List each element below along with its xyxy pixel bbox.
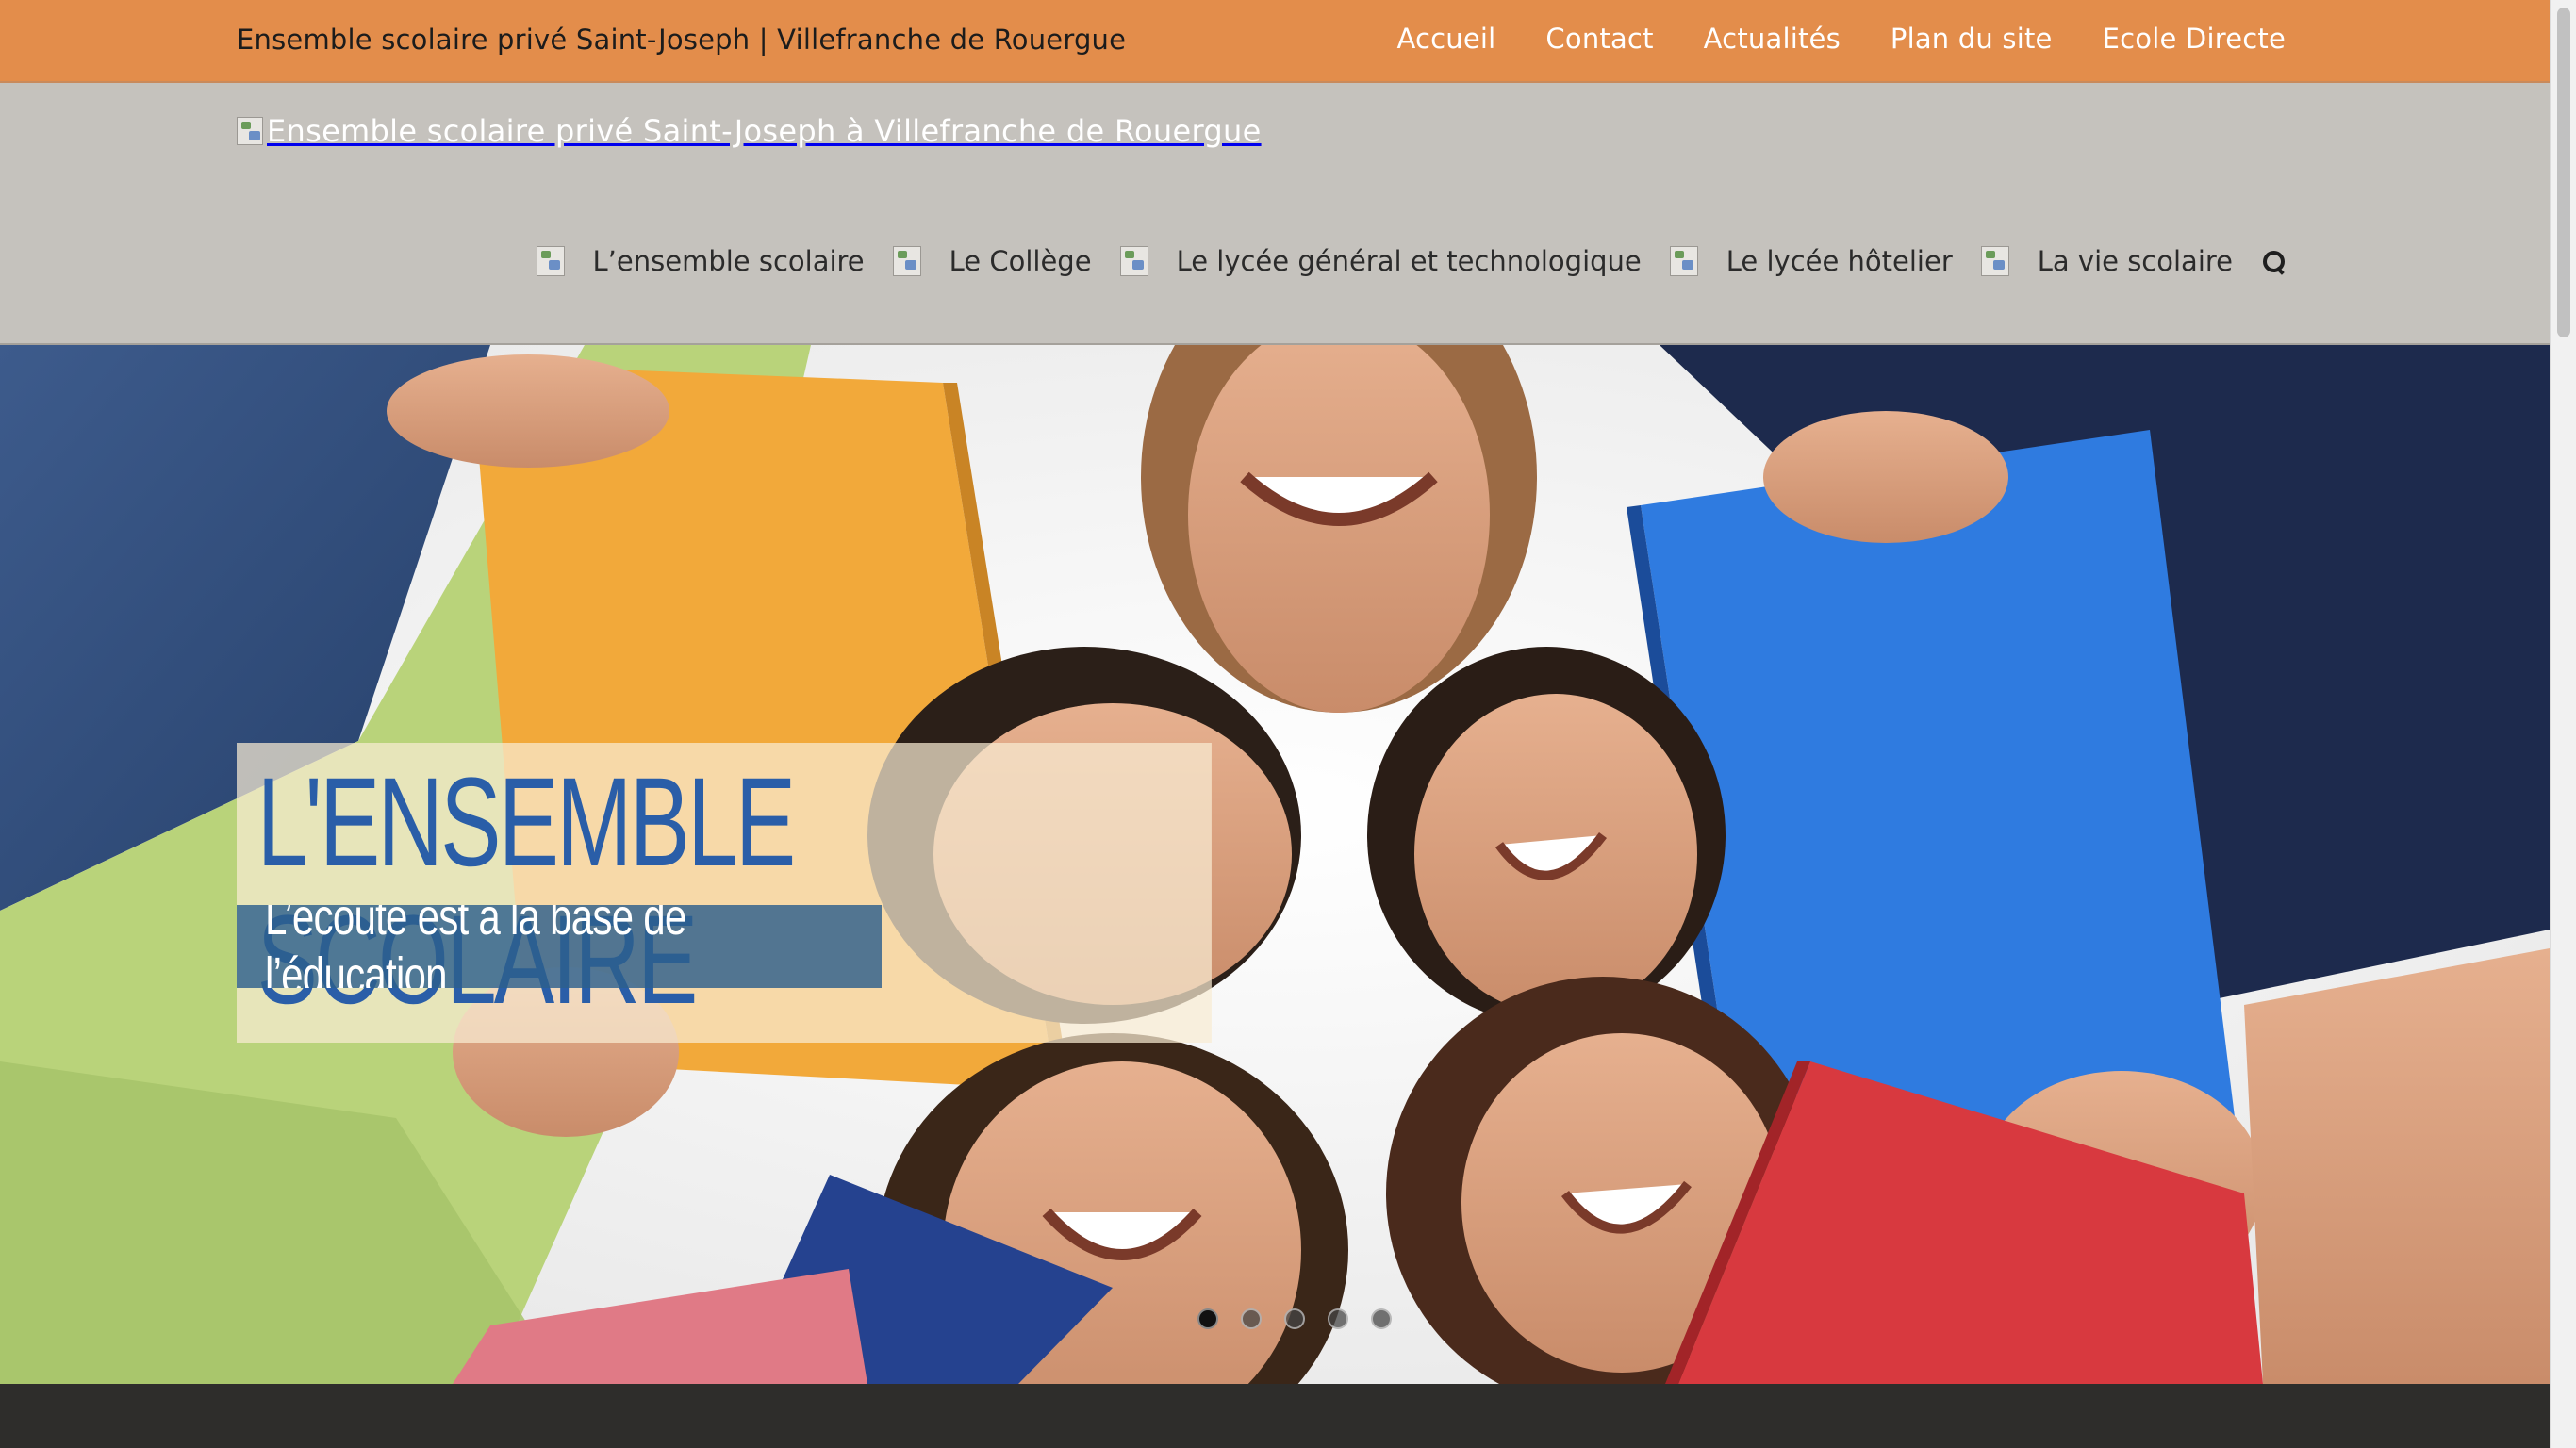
slider-dot[interactable] xyxy=(1328,1308,1348,1329)
broken-image-icon xyxy=(237,117,263,145)
top-bar: Ensemble scolaire privé Saint-Joseph | V… xyxy=(0,0,2550,83)
broken-image-icon xyxy=(892,246,921,276)
top-nav-contact[interactable]: Contact xyxy=(1545,23,1653,55)
slider-dot[interactable] xyxy=(1284,1308,1305,1329)
nav-item-label: Le Collège xyxy=(949,245,1092,277)
nav-item-label: Le lycée général et technologique xyxy=(1176,245,1642,277)
nav-item-ensemble-scolaire[interactable]: L’ensemble scolaire xyxy=(536,245,865,277)
slider-dot[interactable] xyxy=(1197,1308,1218,1329)
nav-item-college[interactable]: Le Collège xyxy=(892,245,1092,277)
nav-item-vie-scolaire[interactable]: La vie scolaire xyxy=(1980,245,2233,277)
hero-subtitle-box: L’écoute est à la base de l’éducation xyxy=(237,905,882,988)
site-name: Ensemble scolaire privé Saint-Joseph | V… xyxy=(237,24,1127,56)
nav-item-label: L’ensemble scolaire xyxy=(592,245,865,277)
top-nav-accueil[interactable]: Accueil xyxy=(1396,23,1495,55)
broken-image-icon xyxy=(1119,246,1148,276)
nav-item-label: La vie scolaire xyxy=(2037,245,2233,277)
slider-dot[interactable] xyxy=(1371,1308,1392,1329)
top-nav-ecole-directe[interactable]: Ecole Directe xyxy=(2103,23,2286,55)
site-header: Ensemble scolaire privé Saint-Joseph à V… xyxy=(0,83,2550,345)
nav-item-label: Le lycée hôtelier xyxy=(1726,245,1953,277)
top-nav-plan-du-site[interactable]: Plan du site xyxy=(1891,23,2053,55)
broken-image-icon xyxy=(536,246,565,276)
hero-subtitle: L’écoute est à la base de l’éducation xyxy=(265,905,686,988)
scrollbar-thumb[interactable] xyxy=(2557,8,2570,337)
hero-title: L'ENSEMBLE SCOLAIRE xyxy=(237,743,1212,1043)
broken-image-icon xyxy=(1669,246,1698,276)
broken-image-icon xyxy=(1980,246,2009,276)
top-nav: Accueil Contact Actualités Plan du site … xyxy=(1396,23,2286,55)
page-scrollbar[interactable] xyxy=(2550,0,2576,1448)
search-icon[interactable] xyxy=(2261,249,2286,273)
footer-strip xyxy=(0,1384,2550,1448)
slider-dot[interactable] xyxy=(1241,1308,1262,1329)
slider-dots xyxy=(1197,1308,1392,1329)
logo-alt-text: Ensemble scolaire privé Saint-Joseph à V… xyxy=(267,113,1262,149)
main-nav: L’ensemble scolaire Le Collège Le lycée … xyxy=(536,245,2286,277)
nav-item-lycee-hotelier[interactable]: Le lycée hôtelier xyxy=(1669,245,1953,277)
nav-item-lycee-general[interactable]: Le lycée général et technologique xyxy=(1119,245,1642,277)
top-nav-actualites[interactable]: Actualités xyxy=(1704,23,1841,55)
hero-slider[interactable]: L'ENSEMBLE SCOLAIRE L’écoute est à la ba… xyxy=(0,345,2550,1384)
logo-link[interactable]: Ensemble scolaire privé Saint-Joseph à V… xyxy=(237,113,1262,149)
